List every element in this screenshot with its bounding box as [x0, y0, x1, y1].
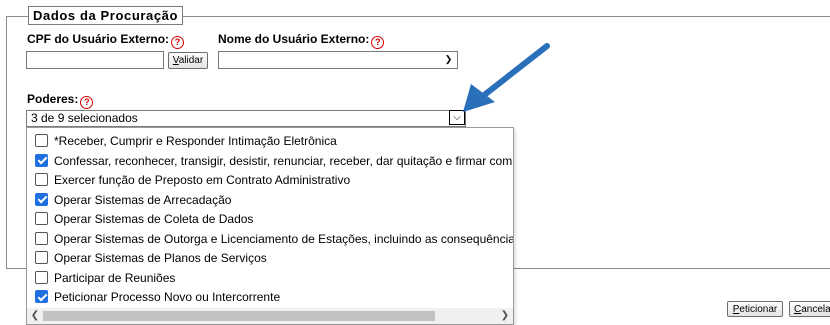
poderes-option[interactable]: Operar Sistemas de Coleta de Dados — [35, 210, 513, 229]
chevron-down-icon: ❯ — [444, 54, 453, 64]
option-checkbox[interactable] — [35, 290, 48, 303]
poderes-label: Poderes:? — [27, 92, 94, 109]
poderes-option[interactable]: Operar Sistemas de Arrecadação — [35, 191, 513, 210]
poderes-option[interactable]: Operar Sistemas de Planos de Serviços — [35, 249, 513, 268]
poderes-selected-text: 3 de 9 selecionados — [31, 111, 138, 125]
option-checkbox[interactable] — [35, 153, 48, 167]
annotation-arrow-icon — [463, 43, 550, 112]
scroll-right-icon[interactable]: ❯ — [497, 308, 513, 324]
option-label: *Receber, Cumprir e Responder Intimação … — [54, 134, 337, 148]
option-label: Exercer função de Preposto em Contrato A… — [54, 173, 351, 187]
question-circle-icon[interactable]: ? — [80, 96, 94, 109]
peticionar-label: eticionar — [739, 304, 778, 315]
validar-label: alidar — [178, 55, 204, 66]
cpf-input[interactable] — [26, 51, 164, 69]
nome-label: Nome do Usuário Externo:? — [218, 32, 385, 49]
option-checkbox[interactable] — [35, 231, 48, 245]
option-checkbox[interactable] — [35, 212, 48, 225]
nome-label-text: Nome do Usuário Externo: — [218, 32, 370, 46]
fieldset-left — [6, 16, 7, 268]
horizontal-scrollbar[interactable]: ❮ ❯ — [27, 308, 513, 324]
cancelar-button[interactable]: Cancela — [789, 301, 830, 317]
option-checkbox[interactable] — [35, 270, 48, 284]
poderes-option[interactable]: *Receber, Cumprir e Responder Intimação … — [35, 132, 513, 151]
cancelar-label: ancela — [801, 304, 830, 315]
option-label: Peticionar Processo Novo ou Intercorrent… — [54, 290, 281, 304]
poderes-option[interactable]: Peticionar Processo Novo ou Intercorrent… — [35, 288, 513, 307]
scroll-left-icon[interactable]: ❮ — [27, 308, 43, 324]
question-circle-icon[interactable]: ? — [371, 36, 385, 49]
poderes-label-text: Poderes: — [27, 92, 79, 106]
cpf-label-text: CPF do Usuário Externo: — [27, 32, 170, 46]
question-circle-icon[interactable]: ? — [171, 36, 185, 49]
fieldset-bottom-right — [514, 268, 830, 269]
fieldset-bottom — [6, 268, 26, 269]
poderes-option[interactable]: Exercer função de Preposto em Contrato A… — [35, 171, 513, 190]
poderes-option[interactable]: Confessar, reconhecer, transigir, desist… — [35, 152, 514, 171]
poderes-select[interactable]: 3 de 9 selecionados — [26, 110, 466, 127]
option-label: Operar Sistemas de Coleta de Dados — [54, 212, 254, 226]
peticionar-button[interactable]: Peticionar — [727, 301, 783, 317]
scrollbar-thumb[interactable] — [43, 311, 435, 321]
option-label: Participar de Reuniões — [54, 270, 176, 285]
fieldset-top-right — [168, 16, 830, 17]
option-label: Confessar, reconhecer, transigir, desist… — [54, 153, 514, 168]
nome-select[interactable]: ❯ — [218, 51, 458, 69]
option-checkbox[interactable] — [35, 134, 48, 147]
fieldset-top-left — [6, 16, 28, 17]
validar-button[interactable]: Validar — [168, 52, 208, 69]
option-label: Operar Sistemas de Arrecadação — [54, 192, 232, 207]
poderes-dropdown[interactable]: *Receber, Cumprir e Responder Intimação … — [26, 127, 514, 325]
section-legend: Dados da Procuração — [28, 6, 184, 25]
poderes-option[interactable]: Operar Sistemas de Outorga e Licenciamen… — [35, 230, 514, 249]
option-checkbox[interactable] — [35, 192, 48, 206]
option-checkbox[interactable] — [35, 251, 48, 264]
poderes-option[interactable]: Participar de Reuniões — [35, 269, 513, 288]
option-label: Operar Sistemas de Planos de Serviços — [54, 251, 267, 265]
option-label: Operar Sistemas de Outorga e Licenciamen… — [54, 231, 514, 246]
option-checkbox[interactable] — [35, 173, 48, 186]
cpf-label: CPF do Usuário Externo:? — [27, 32, 185, 49]
